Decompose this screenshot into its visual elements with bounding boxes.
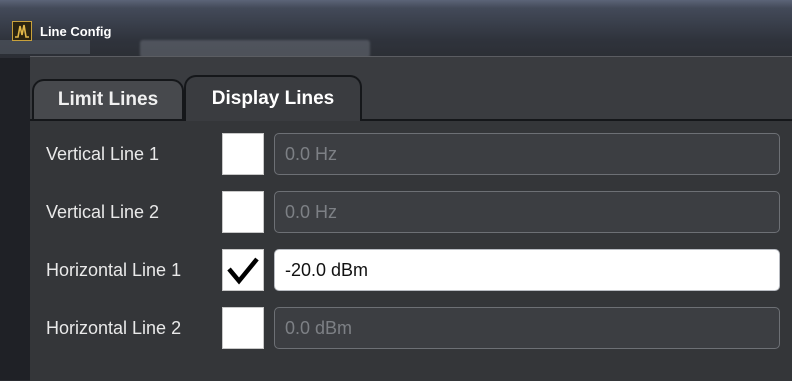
line-label: Horizontal Line 1 — [46, 260, 182, 280]
line-row: Horizontal Line 2 0.0 dBm — [30, 307, 792, 349]
line-config-dialog: Limit Lines Display Lines Vertical Line … — [30, 56, 792, 381]
horizontal-line-1-field[interactable]: -20.0 dBm — [274, 249, 780, 291]
dialog-title: Line Config — [40, 23, 112, 39]
background-left-strip — [0, 58, 30, 380]
horizontal-line-1-checkbox[interactable] — [222, 249, 264, 291]
vertical-line-1-field[interactable]: 0.0 Hz — [274, 133, 780, 175]
line-row: Vertical Line 2 0.0 Hz — [30, 191, 792, 233]
checkmark-icon — [227, 257, 259, 285]
line-row: Vertical Line 1 0.0 Hz — [30, 133, 792, 175]
tab-limit-lines[interactable]: Limit Lines — [32, 79, 184, 119]
dialog-titlebar[interactable]: Line Config — [12, 18, 792, 44]
vertical-line-2-field[interactable]: 0.0 Hz — [274, 191, 780, 233]
vertical-line-2-checkbox[interactable] — [222, 191, 264, 233]
line-label: Horizontal Line 2 — [46, 318, 182, 338]
horizontal-line-2-checkbox[interactable] — [222, 307, 264, 349]
line-label: Vertical Line 2 — [46, 202, 160, 222]
horizontal-line-2-field[interactable]: 0.0 dBm — [274, 307, 780, 349]
line-row: Horizontal Line 1 -20.0 dBm — [30, 249, 792, 291]
vertical-line-1-checkbox[interactable] — [222, 133, 264, 175]
spectrum-icon — [12, 21, 32, 41]
display-lines-panel: Vertical Line 1 0.0 Hz Vertical Line 2 0… — [30, 121, 792, 381]
line-label: Vertical Line 1 — [46, 144, 160, 164]
tab-display-lines[interactable]: Display Lines — [184, 75, 362, 121]
